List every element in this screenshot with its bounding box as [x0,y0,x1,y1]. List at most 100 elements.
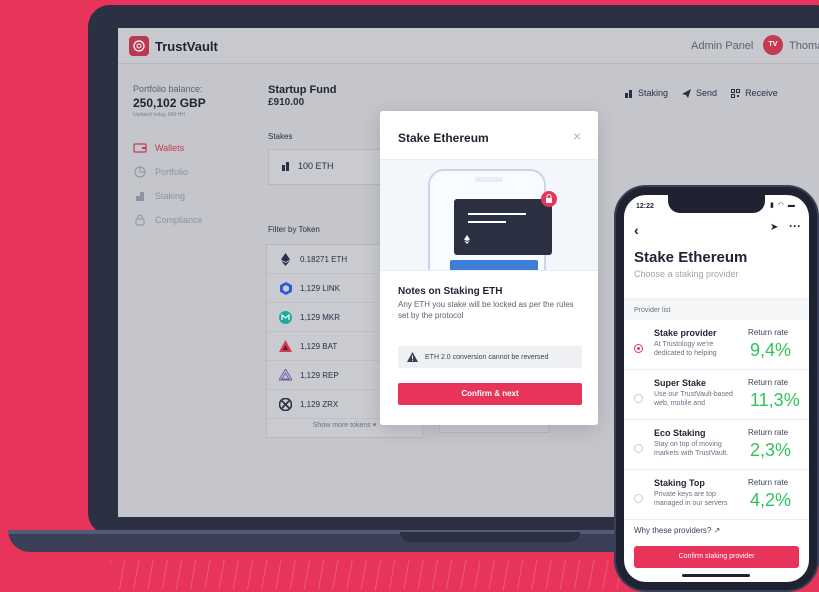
provider-name: Super Stake [654,378,707,388]
qr-icon [731,88,741,98]
return-rate-label: Return rate [748,378,789,387]
lock-icon [541,191,557,207]
app-header: TrustVault Admin Panel TV Thomas [118,28,819,64]
avatar[interactable]: TV [763,35,783,55]
confirm-next-button[interactable]: Confirm & next [398,383,582,405]
send-button[interactable]: Send [682,88,717,98]
coins-icon [282,162,289,171]
provider-desc: At Trustology we're dedicated to helping [654,341,717,357]
provider-row[interactable]: Super Stake Use our TrustVault-based web… [624,370,809,420]
warning-banner: ETH 2.0 conversion cannot be reversed [398,346,582,368]
sidebar-item-label: Wallets [155,143,185,153]
illustration-button [450,260,538,270]
token-amount: 1,129 MKR [300,312,341,322]
sidebar-item-portfolio[interactable]: Portfolio [133,160,233,184]
eth-icon [464,235,470,244]
brand-name: TrustVault [155,39,218,54]
phone-screen: 12:22 ▮ ◠ ▬ ‹ ➤ ··· Stake Ethereum Choos… [624,195,809,582]
confirm-staking-provider-button[interactable]: Confirm staking provider [634,546,799,568]
provider-list-label: Provider list [624,298,809,320]
sidebar-item-label: Portfolio [155,167,189,177]
sidebar-item-label: Compliance [155,215,203,225]
balance-label: Portfolio balance: [133,84,203,94]
why-providers-link[interactable]: Why these providers? ↗ [634,526,720,535]
zrx-icon [279,397,292,411]
user-name[interactable]: Thomas [789,40,819,52]
provider-row[interactable]: Staking Top Private keys are top managed… [624,470,809,520]
radio-unselected[interactable] [634,394,643,403]
page-subtitle: Choose a staking provider [634,269,739,279]
warning-icon [407,352,418,362]
provider-desc: Private keys are top managed in our serv… [654,491,728,507]
more-icon[interactable]: ··· [789,219,801,233]
rep-icon [279,368,292,382]
coins-icon [133,190,147,202]
radio-selected[interactable] [634,344,643,353]
stake-ethereum-modal: Stake Ethereum × Notes on Staking ETH An… [380,111,598,425]
pie-chart-icon [133,166,147,178]
fund-value: £910.00 [268,97,305,108]
send-icon[interactable]: ➤ [770,222,778,233]
mkr-icon [279,310,292,324]
warning-text: ETH 2.0 conversion cannot be reversed [425,353,549,361]
stakes-value: 100 ETH [298,161,334,171]
sidebar-nav: Wallets Portfolio Staking Compliance [133,136,233,232]
wallet-icon [133,142,147,154]
illustration-card [454,199,552,255]
token-amount: 1,129 ZRX [300,399,339,409]
logo-icon[interactable] [129,36,149,56]
sidebar-item-label: Staking [155,191,186,201]
filter-label: Filter by Token [268,225,320,234]
lock-icon [133,214,147,226]
admin-panel-link[interactable]: Admin Panel [691,40,753,52]
radio-unselected[interactable] [634,494,643,503]
illustration-line [468,213,526,215]
page-title: Stake Ethereum [634,249,748,266]
external-link-icon: ↗ [713,526,721,535]
link-icon [279,281,292,295]
provider-desc: Stay on top of moving markets with Trust… [654,441,729,457]
sidebar-item-staking[interactable]: Staking [133,184,233,208]
send-icon [682,88,692,98]
show-more-label: Show more tokens [312,422,371,429]
background-pattern [110,560,630,590]
stakes-label: Stakes [268,132,293,141]
return-rate-label: Return rate [748,428,789,437]
fund-actions: Staking Send Receive [624,88,778,98]
eth-icon [279,252,292,266]
send-label: Send [696,88,718,98]
modal-title: Stake Ethereum [398,131,489,145]
sidebar-item-wallets[interactable]: Wallets [133,136,233,160]
provider-name: Staking Top [654,478,705,488]
provider-row[interactable]: Stake provider At Trustology we're dedic… [624,320,809,370]
receive-button[interactable]: Receive [731,88,778,98]
provider-row[interactable]: Eco Staking Stay on top of moving market… [624,420,809,470]
home-indicator [682,574,750,577]
return-rate-value: 9,4% [750,340,792,360]
close-icon[interactable]: × [573,128,581,144]
token-amount: 1,129 BAT [300,341,338,351]
provider-desc: Use our TrustVault-based web, mobile and [654,391,733,407]
sidebar: Portfolio balance: 250,102 GBP Updated t… [133,84,233,232]
provider-name: Eco Staking [654,428,706,438]
return-rate-value: 11,3% [750,390,800,410]
return-rate-label: Return rate [748,328,789,337]
token-amount: 1,129 REP [300,370,339,380]
return-rate-value: 2,3% [750,440,792,460]
staking-button[interactable]: Staking [624,88,668,98]
why-providers-label: Why these providers? [634,526,712,535]
receive-label: Receive [745,88,778,98]
notes-text: Any ETH you stake will be locked as per … [398,300,574,320]
notes-title: Notes on Staking ETH [398,286,503,297]
token-amount: 0.18271 ETH [300,254,348,264]
sidebar-item-compliance[interactable]: Compliance [133,208,233,232]
radio-unselected[interactable] [634,444,643,453]
balance-updated: Updated today, MM:HH [133,112,185,118]
token-amount: 1,129 LINK [300,283,341,293]
return-rate-value: 4,2% [750,490,792,510]
coins-icon [625,89,632,98]
back-icon[interactable]: ‹ [634,222,639,238]
status-time: 12:22 [636,203,654,210]
laptop-notch [400,532,580,542]
illustration-line [468,221,506,223]
